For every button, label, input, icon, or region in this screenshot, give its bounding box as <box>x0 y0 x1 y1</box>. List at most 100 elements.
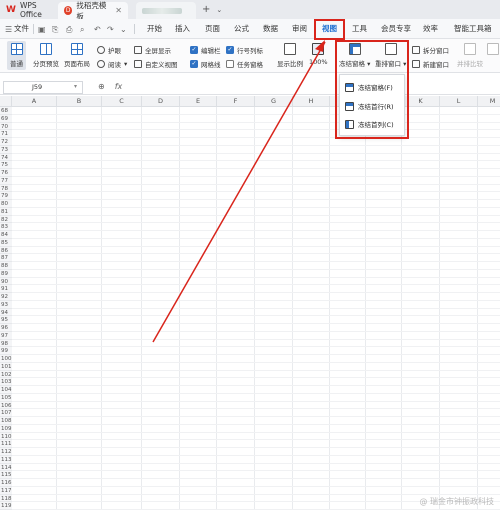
row-col-headers-checkbox[interactable]: ✓ 行号列标 <box>226 45 263 55</box>
menu-data[interactable]: 数据 <box>263 19 278 39</box>
row-header-107[interactable]: 107 <box>0 409 12 417</box>
zoom-lookup-icon[interactable]: ⊕ <box>98 82 105 91</box>
column-header-f[interactable]: F <box>217 96 255 107</box>
menu-file[interactable]: 文件 <box>14 19 29 39</box>
edit-bar-checkbox[interactable]: ✓ 编辑栏 <box>190 45 221 55</box>
preview-icon[interactable]: ⌕ <box>80 25 84 35</box>
menu-efficiency[interactable]: 效率 <box>423 19 438 39</box>
row-header-115[interactable]: 115 <box>0 471 12 479</box>
row-header-97[interactable]: 97 <box>0 331 12 340</box>
row-header-117[interactable]: 117 <box>0 486 12 495</box>
row-header-118[interactable]: 118 <box>0 494 12 503</box>
row-header-110[interactable]: 110 <box>0 432 12 441</box>
row-header-92[interactable]: 92 <box>0 293 12 301</box>
row-header-119[interactable]: 119 <box>0 502 12 510</box>
tab-blurred-document[interactable] <box>136 2 196 19</box>
row-header-114[interactable]: 114 <box>0 463 12 472</box>
menu-insert[interactable]: 插入 <box>175 19 190 39</box>
row-header-89[interactable]: 89 <box>0 269 12 278</box>
menu-review[interactable]: 审阅 <box>292 19 307 39</box>
row-header-108[interactable]: 108 <box>0 417 12 425</box>
row-header-104[interactable]: 104 <box>0 386 12 394</box>
row-header-102[interactable]: 102 <box>0 370 12 379</box>
row-header-74[interactable]: 74 <box>0 153 12 162</box>
column-header-m[interactable]: M <box>478 96 500 107</box>
row-header-99[interactable]: 99 <box>0 347 12 355</box>
row-header-112[interactable]: 112 <box>0 448 12 456</box>
menu-page[interactable]: 页面 <box>205 19 220 39</box>
row-header-69[interactable]: 69 <box>0 114 12 123</box>
row-header-103[interactable]: 103 <box>0 378 12 386</box>
row-header-95[interactable]: 95 <box>0 316 12 324</box>
row-header-70[interactable]: 70 <box>0 122 12 131</box>
row-header-98[interactable]: 98 <box>0 339 12 348</box>
row-header-75[interactable]: 75 <box>0 161 12 169</box>
row-header-81[interactable]: 81 <box>0 207 12 216</box>
spreadsheet-grid[interactable]: ABCDEFGHIJKLM686970717273747576777879808… <box>0 96 500 510</box>
new-window-button[interactable]: 新建窗口 <box>412 59 449 69</box>
row-header-76[interactable]: 76 <box>0 169 12 177</box>
row-header-96[interactable]: 96 <box>0 324 12 332</box>
gridlines-checkbox[interactable]: ✓ 网格线 <box>190 59 221 69</box>
sync-scroll-button[interactable] <box>487 43 499 58</box>
row-header-113[interactable]: 113 <box>0 455 12 464</box>
row-header-77[interactable]: 77 <box>0 176 12 185</box>
name-box[interactable]: J59 <box>3 81 83 94</box>
select-all-corner[interactable] <box>0 96 12 107</box>
hamburger-icon[interactable]: ☰ <box>5 25 12 34</box>
column-header-l[interactable]: L <box>440 96 478 107</box>
row-header-90[interactable]: 90 <box>0 277 12 286</box>
column-header-a[interactable]: A <box>12 96 57 107</box>
row-header-91[interactable]: 91 <box>0 285 12 293</box>
row-header-94[interactable]: 94 <box>0 308 12 317</box>
page-layout-button[interactable]: 页面布局 <box>64 43 90 68</box>
row-header-80[interactable]: 80 <box>0 200 12 208</box>
row-header-93[interactable]: 93 <box>0 300 12 309</box>
row-header-87[interactable]: 87 <box>0 254 12 262</box>
row-header-73[interactable]: 73 <box>0 145 12 154</box>
normal-view-button[interactable]: 普通 <box>7 41 26 70</box>
column-header-c[interactable]: C <box>102 96 142 107</box>
row-header-82[interactable]: 82 <box>0 215 12 224</box>
column-header-d[interactable]: D <box>142 96 180 107</box>
side-by-side-button[interactable]: 并排比较 <box>457 43 483 68</box>
row-header-78[interactable]: 78 <box>0 184 12 193</box>
menu-ai-toolbox[interactable]: 智能工具箱 <box>454 19 492 39</box>
row-header-109[interactable]: 109 <box>0 424 12 433</box>
row-header-106[interactable]: 106 <box>0 401 12 410</box>
export-icon[interactable]: ⎘ <box>52 25 58 35</box>
name-box-chevron-icon[interactable]: ▾ <box>74 83 77 90</box>
eye-protect-button[interactable]: 护眼 <box>97 45 121 55</box>
column-header-e[interactable]: E <box>180 96 217 107</box>
row-header-111[interactable]: 111 <box>0 440 12 448</box>
row-header-71[interactable]: 71 <box>0 130 12 138</box>
column-header-h[interactable]: H <box>293 96 330 107</box>
task-pane-checkbox[interactable]: 任务窗格 <box>226 59 263 69</box>
new-tab-button[interactable]: + ⌄ <box>196 0 228 19</box>
fx-icon[interactable]: fx <box>115 82 123 91</box>
column-header-g[interactable]: G <box>255 96 293 107</box>
tab-close-icon[interactable]: ✕ <box>115 6 122 15</box>
row-header-83[interactable]: 83 <box>0 223 12 231</box>
row-header-85[interactable]: 85 <box>0 238 12 247</box>
print-icon[interactable]: ⎙ <box>66 25 72 35</box>
custom-view-button[interactable]: 自定义视图 <box>134 59 178 69</box>
menu-member[interactable]: 会员专享 <box>381 19 411 39</box>
menu-formula[interactable]: 公式 <box>234 19 249 39</box>
tab-template[interactable]: D 找稻壳模板 ✕ <box>58 1 128 21</box>
page-break-preview-button[interactable]: 分页预览 <box>33 43 59 68</box>
row-header-105[interactable]: 105 <box>0 393 12 402</box>
row-header-72[interactable]: 72 <box>0 138 12 146</box>
save-icon[interactable]: ▣ <box>38 25 46 34</box>
zoom-ratio-button[interactable]: 显示比例 <box>277 43 303 68</box>
reading-mode-button[interactable]: 阅读 ▾ <box>97 59 127 69</box>
row-header-86[interactable]: 86 <box>0 246 12 255</box>
row-header-79[interactable]: 79 <box>0 192 12 200</box>
redo-icon[interactable]: ↷ <box>107 25 114 34</box>
row-header-68[interactable]: 68 <box>0 107 12 115</box>
column-header-b[interactable]: B <box>57 96 102 107</box>
more-chevron-icon[interactable]: ⌄ <box>120 25 127 34</box>
row-header-88[interactable]: 88 <box>0 262 12 270</box>
menu-tools[interactable]: 工具 <box>352 19 367 39</box>
zoom-100-button[interactable]: 100% <box>309 43 328 66</box>
